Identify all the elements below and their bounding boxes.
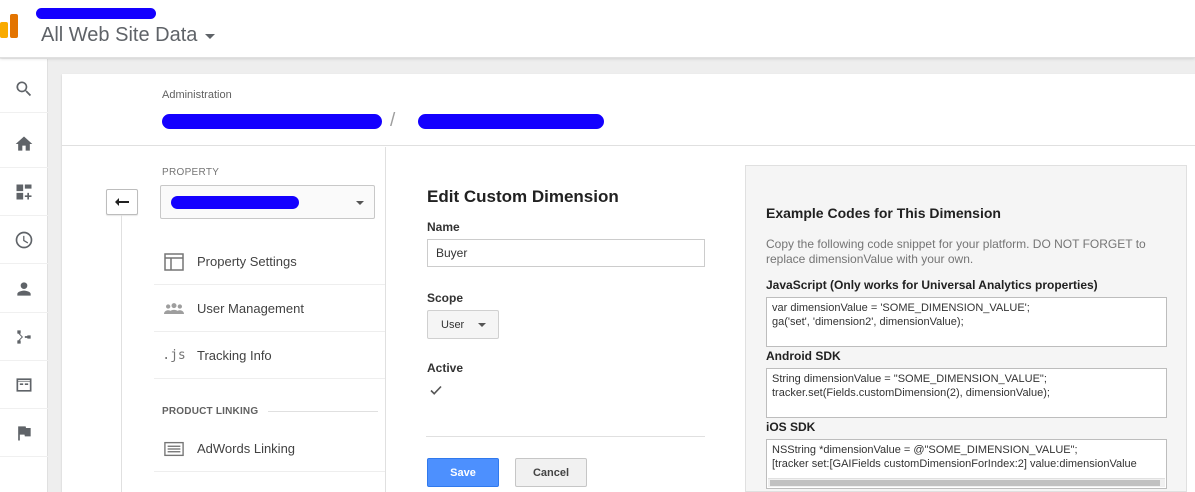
- back-arrow-icon: [115, 198, 129, 206]
- nav-item-adwords-linking[interactable]: AdWords Linking: [154, 426, 385, 472]
- admin-label: Administration: [162, 89, 232, 101]
- nav-item-user-management[interactable]: User Management: [154, 286, 385, 332]
- redacted-property-name: [171, 196, 299, 209]
- section-divider: [268, 411, 379, 412]
- view-selector[interactable]: All Web Site Data: [41, 24, 216, 47]
- caret-down-icon: [356, 201, 364, 205]
- window-icon: [162, 252, 186, 272]
- scope-label: Scope: [427, 291, 464, 305]
- android-code-box[interactable]: String dimensionValue = "SOME_DIMENSION_…: [766, 368, 1167, 418]
- property-label: PROPERTY: [162, 167, 220, 178]
- admin-header: Administration /: [62, 74, 1195, 146]
- cancel-button[interactable]: Cancel: [515, 458, 587, 487]
- javascript-label: JavaScript (Only works for Universal Ana…: [766, 278, 1098, 292]
- nav-item-property-settings[interactable]: Property Settings: [154, 239, 385, 285]
- home-icon[interactable]: [0, 120, 48, 168]
- android-sdk-label: Android SDK: [766, 349, 841, 363]
- js-icon: .js: [162, 348, 186, 363]
- scope-select[interactable]: User: [427, 310, 499, 339]
- section-label: PRODUCT LINKING: [162, 406, 259, 417]
- people-icon: [162, 299, 186, 319]
- nav-item-label: AdWords Linking: [197, 441, 296, 456]
- breadcrumb-separator: /: [390, 110, 396, 131]
- name-label: Name: [427, 220, 460, 234]
- nav-item-label: User Management: [197, 301, 304, 316]
- flag-icon[interactable]: [0, 409, 48, 457]
- code-line: tracker.set(Fields.customDimension(2), d…: [772, 387, 1050, 399]
- code-line: [tracker set:[GAIFields customDimensionF…: [772, 458, 1137, 470]
- scrollbar-thumb[interactable]: [770, 480, 1160, 486]
- window-icon[interactable]: [0, 361, 48, 409]
- product-linking-header: PRODUCT LINKING: [162, 406, 379, 417]
- property-select[interactable]: [160, 185, 375, 219]
- ios-code-box[interactable]: NSString *dimensionValue = @"SOME_DIMENS…: [766, 439, 1167, 489]
- example-codes-description: Copy the following code snippet for your…: [766, 237, 1146, 266]
- top-header: All Web Site Data: [0, 0, 1195, 58]
- checkmark-icon: [430, 385, 442, 395]
- dashboard-add-icon[interactable]: [0, 168, 48, 216]
- edit-custom-dimension-form: Edit Custom Dimension Name Scope User Ac…: [426, 147, 726, 492]
- redacted-account-breadcrumb[interactable]: [162, 114, 382, 129]
- view-name-label: All Web Site Data: [41, 24, 198, 46]
- redacted-property-breadcrumb[interactable]: [418, 114, 604, 129]
- caret-down-icon: [478, 322, 487, 327]
- active-checkbox[interactable]: [429, 383, 443, 397]
- code-line: ga('set', 'dimension2', dimensionValue);: [772, 316, 964, 328]
- back-button[interactable]: [106, 189, 138, 215]
- clock-icon[interactable]: [0, 216, 48, 264]
- code-line: var dimensionValue = 'SOME_DIMENSION_VAL…: [772, 302, 1030, 314]
- active-label: Active: [427, 361, 464, 375]
- code-line: NSString *dimensionValue = @"SOME_DIMENS…: [772, 444, 1078, 456]
- nav-item-label: Tracking Info: [197, 348, 272, 363]
- scope-value: User: [441, 318, 465, 331]
- caret-down-icon: [205, 34, 216, 39]
- code-line: String dimensionValue = "SOME_DIMENSION_…: [772, 373, 1047, 385]
- horizontal-scrollbar[interactable]: [768, 478, 1165, 487]
- search-icon[interactable]: [0, 65, 48, 113]
- ios-sdk-label: iOS SDK: [766, 420, 816, 434]
- redacted-account-name: [36, 8, 156, 19]
- keyboard-icon: [162, 439, 186, 459]
- property-column: PROPERTY Property Settings User Manageme…: [62, 147, 386, 492]
- form-title: Edit Custom Dimension: [427, 187, 619, 206]
- nav-item-label: Property Settings: [197, 254, 297, 269]
- nav-item-tracking-info[interactable]: .js Tracking Info: [154, 333, 385, 379]
- admin-panel: Administration / PROPERTY Property Setti…: [62, 74, 1195, 492]
- save-button[interactable]: Save: [427, 458, 499, 487]
- timeline-divider: [121, 215, 122, 492]
- javascript-code-box[interactable]: var dimensionValue = 'SOME_DIMENSION_VAL…: [766, 297, 1167, 347]
- person-icon[interactable]: [0, 265, 48, 313]
- example-codes-panel: Example Codes for This Dimension Copy th…: [745, 165, 1187, 492]
- example-codes-title: Example Codes for This Dimension: [766, 205, 1001, 221]
- name-input[interactable]: [427, 239, 705, 267]
- left-rail: [0, 59, 48, 492]
- fork-icon[interactable]: [0, 313, 48, 361]
- form-divider: [426, 436, 705, 437]
- analytics-logo-icon[interactable]: [0, 14, 20, 38]
